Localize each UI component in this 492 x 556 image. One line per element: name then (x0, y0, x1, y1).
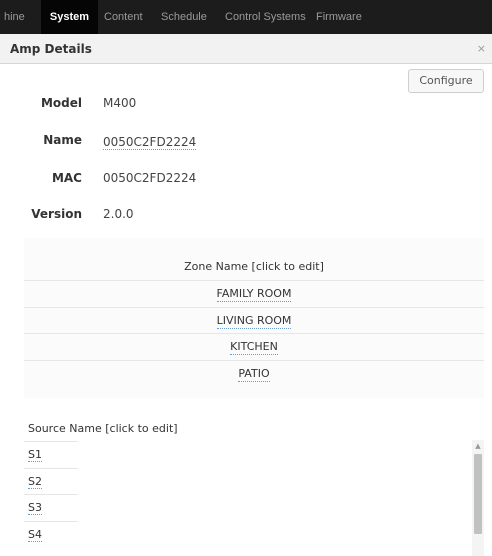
nav-tab-content[interactable]: Content (104, 0, 143, 34)
zone-row-family-room: FAMILY ROOM (24, 280, 484, 306)
model-label: Model (40, 96, 82, 110)
source-name[interactable]: S4 (28, 528, 42, 542)
version-label: Version (31, 207, 82, 221)
nav-tab-control-systems[interactable]: Control Systems (225, 0, 306, 34)
zone-header-label: Zone Name [click to edit] (184, 260, 324, 273)
nav-tab-firmware[interactable]: Firmware (316, 0, 362, 34)
source-table-header: Source Name [click to edit] (28, 422, 178, 435)
top-navigation-bar: hine System Content Schedule Control Sys… (0, 0, 492, 34)
source-row: S1 (24, 441, 78, 467)
zone-row-living-room: LIVING ROOM (24, 307, 484, 333)
zone-row-kitchen: KITCHEN (24, 333, 484, 359)
nav-tab-system[interactable]: System (41, 0, 98, 34)
name-label: Name (43, 133, 82, 147)
zone-name[interactable]: FAMILY ROOM (216, 287, 292, 302)
source-name[interactable]: S3 (28, 501, 42, 515)
zone-name[interactable]: LIVING ROOM (216, 314, 292, 329)
source-name[interactable]: S1 (28, 448, 42, 462)
source-name[interactable]: S2 (28, 475, 42, 489)
mac-label: MAC (51, 171, 82, 185)
mac-value: 0050C2FD2224 (103, 171, 197, 185)
source-row: S4 (24, 521, 78, 547)
source-list-scrollbar[interactable]: ▲ (472, 440, 484, 556)
zone-name[interactable]: KITCHEN (230, 340, 278, 355)
scrollbar-thumb[interactable] (474, 454, 482, 534)
dialog-header: Amp Details × (0, 34, 492, 64)
dialog-title: Amp Details (10, 42, 92, 56)
version-value: 2.0.0 (103, 207, 134, 221)
source-row: S3 (24, 494, 78, 520)
nav-tab-machine[interactable]: hine (0, 0, 29, 34)
zone-table-header: Zone Name [click to edit] (24, 254, 484, 280)
model-value: M400 (103, 96, 137, 110)
configure-button[interactable]: Configure (408, 69, 484, 93)
zone-name[interactable]: PATIO (238, 367, 270, 382)
source-row: S2 (24, 468, 78, 494)
zone-row-patio: PATIO (24, 360, 484, 386)
close-icon[interactable]: × (477, 42, 486, 55)
scroll-up-arrow-icon[interactable]: ▲ (472, 442, 484, 450)
name-value[interactable]: 0050C2FD2224 (103, 135, 197, 150)
nav-tab-schedule[interactable]: Schedule (161, 0, 207, 34)
